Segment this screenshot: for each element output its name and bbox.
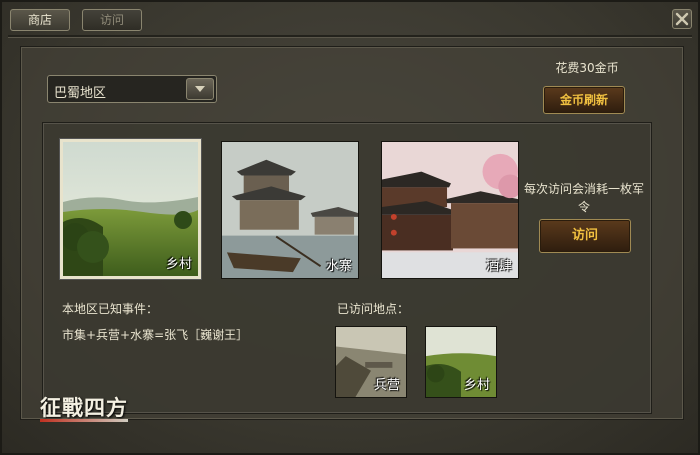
dropdown-arrow-icon: [195, 86, 205, 92]
known-events-heading: 本地区已知事件：: [62, 302, 159, 316]
visit-cost-note: 每次访问会消耗一枚军令: [524, 182, 645, 214]
visited-card-village[interactable]: 乡村: [425, 326, 497, 398]
close-button[interactable]: [672, 9, 692, 29]
refresh-cost-label: 花费30金币: [555, 61, 619, 75]
visited-place-name: 乡村: [463, 378, 490, 393]
location-name: 水寨: [325, 259, 352, 274]
visited-place-name: 兵营: [373, 378, 400, 393]
header-divider: [8, 35, 692, 38]
tab-visit[interactable]: 访问: [82, 9, 142, 31]
region-select[interactable]: 巴蜀地区: [47, 75, 217, 103]
tab-shop[interactable]: 商店: [10, 9, 70, 31]
dialog-window: 商店 访问 巴蜀地区 花费30金币 金币刷新 乡村 水寨 酒肆 每次访问会消耗一…: [0, 0, 700, 455]
game-logo: 征戰四方: [40, 392, 130, 424]
game-logo-text: 征戰四方: [40, 396, 128, 420]
location-name: 乡村: [165, 257, 192, 272]
region-select-value: 巴蜀地区: [54, 86, 107, 101]
visited-card-barracks[interactable]: 兵营: [335, 326, 407, 398]
gold-refresh-button[interactable]: 金币刷新: [543, 86, 625, 114]
known-events-text: 市集+兵营+水寨=张飞［巍谢王］: [62, 328, 249, 342]
region-dropdown-button[interactable]: [186, 78, 214, 100]
visit-button[interactable]: 访问: [539, 219, 631, 253]
location-card-water-fort[interactable]: 水寨: [221, 141, 359, 279]
location-name: 酒肆: [485, 259, 512, 274]
logo-underline: [40, 419, 128, 422]
visited-places-heading: 已访问地点：: [337, 302, 410, 316]
location-card-tavern[interactable]: 酒肆: [381, 141, 519, 279]
location-card-village[interactable]: 乡村: [60, 139, 201, 279]
close-x-icon: [675, 12, 689, 26]
